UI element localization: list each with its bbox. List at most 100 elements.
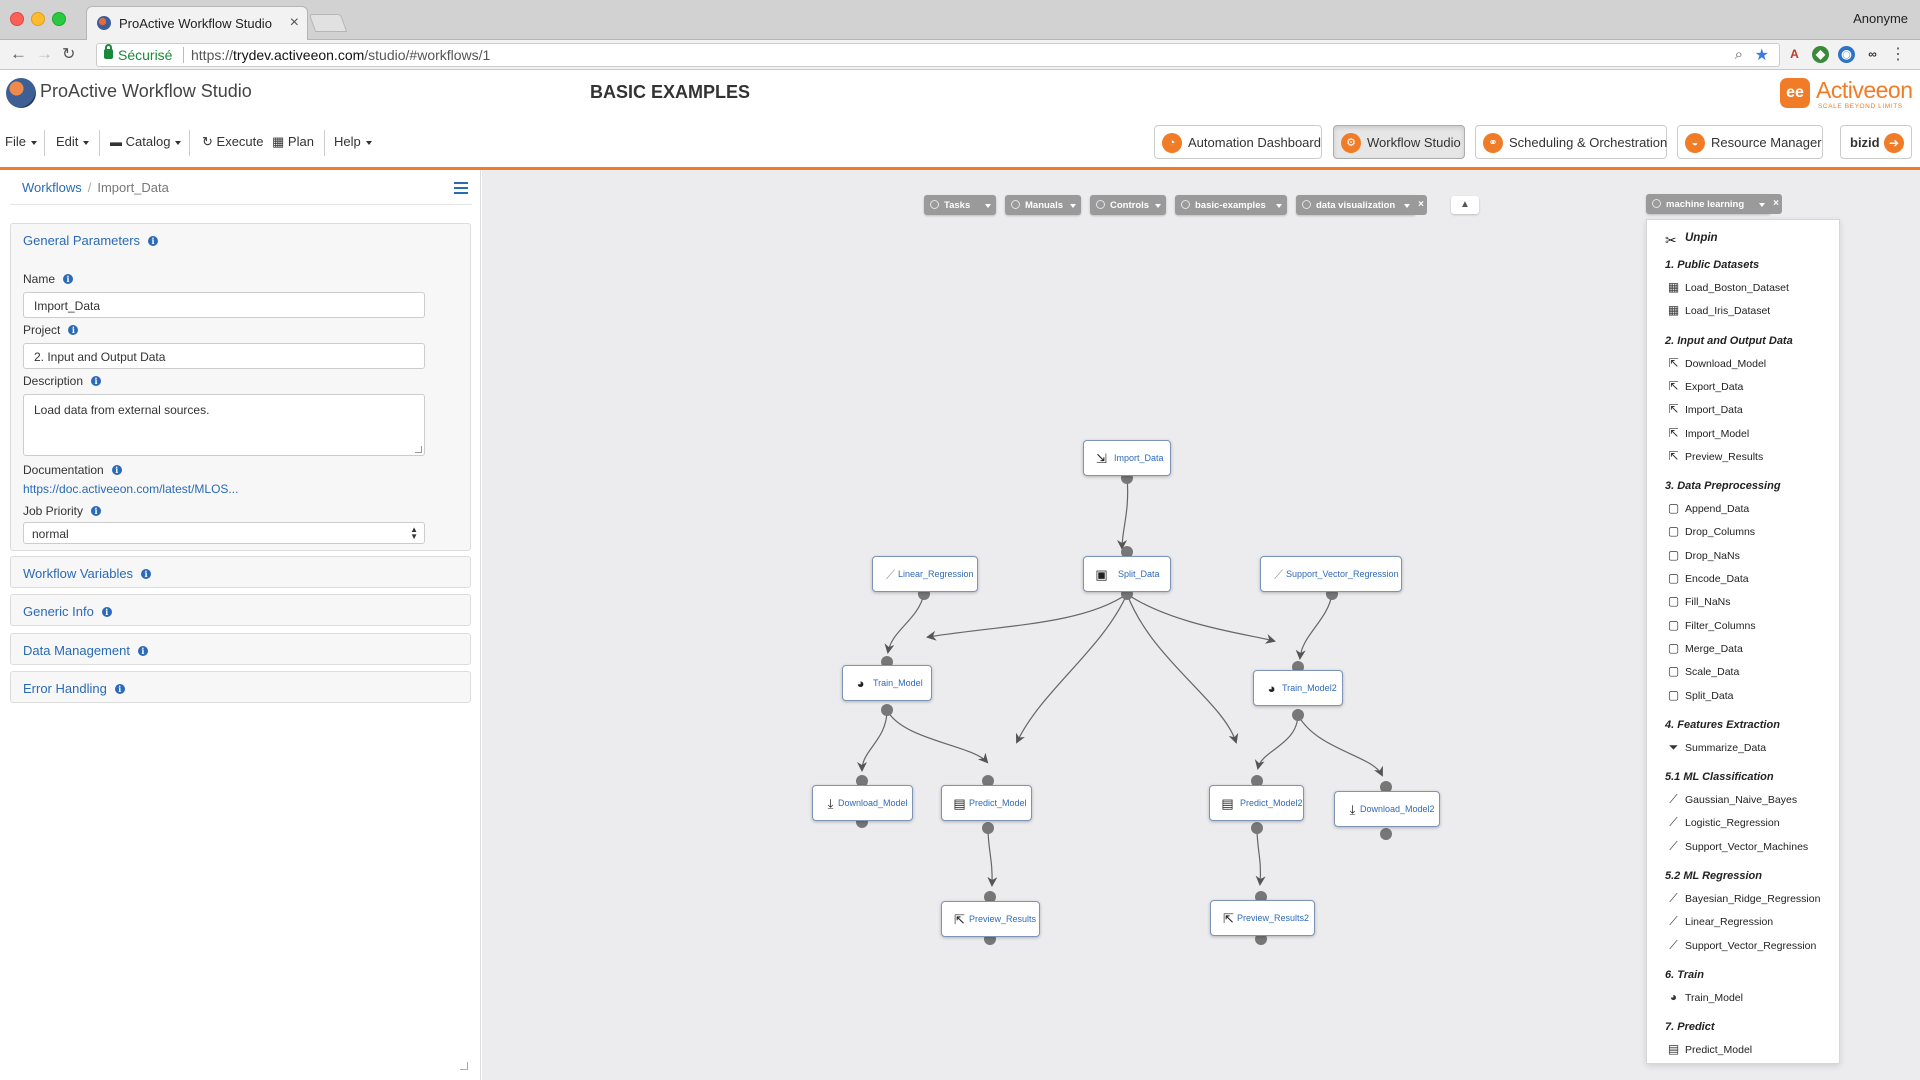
palette-item[interactable]: ▤ Predict_Model — [1665, 1042, 1752, 1056]
palette-item[interactable]: ▢ Filter_Columns — [1665, 618, 1756, 632]
general-parameters-title[interactable]: General Parameters i — [23, 233, 159, 248]
palette-item-label: Load_Iris_Dataset — [1685, 305, 1771, 318]
scheduling-orchestration-button[interactable]: ⚭ Scheduling & Orchestration — [1475, 125, 1667, 159]
user-menu-button[interactable]: bizid ➔ — [1840, 125, 1912, 159]
list-view-icon[interactable] — [454, 182, 468, 194]
task-template-icon: ▢ — [1667, 664, 1680, 679]
palette-section-title: 5.2 ML Regression — [1665, 870, 1762, 882]
palette-item[interactable]: ⟋ Logistic_Regression — [1665, 815, 1779, 830]
name-field[interactable]: Import_Data — [23, 292, 425, 318]
logout-icon[interactable]: ➔ — [1884, 133, 1904, 153]
scheduler-icon: ⚭ — [1483, 133, 1503, 153]
workflow-studio-button[interactable]: ⚙ Workflow Studio — [1333, 125, 1465, 159]
globe-extension-icon[interactable]: ◉ — [1838, 46, 1855, 63]
palette-item[interactable]: ⟋ Support_Vector_Machines — [1665, 839, 1808, 854]
menu-edit[interactable]: Edit — [56, 134, 90, 149]
task-support-vector-regression[interactable]: ⟋ Support_Vector_Regression — [1260, 556, 1402, 592]
workflow-canvas[interactable]: Tasks Manuals Controls basic-examples da… — [482, 170, 1920, 1080]
task-linear-regression[interactable]: ⟋ Linear_Regression — [872, 556, 978, 592]
unpin-button[interactable]: Unpin — [1685, 232, 1718, 244]
window-minimize-button[interactable] — [31, 12, 45, 26]
breadcrumb-workflows[interactable]: Workflows — [22, 180, 82, 195]
profile-name[interactable]: Anonyme — [1853, 11, 1908, 26]
palette-item-label: Encode_Data — [1685, 573, 1749, 585]
palette-item[interactable]: ▢ Drop_NaNs — [1665, 548, 1740, 562]
palette-item[interactable]: ⟋ Gaussian_Naive_Bayes — [1665, 792, 1797, 807]
predict-icon: ▤ — [953, 796, 966, 811]
download-icon: ⤓ — [827, 796, 834, 811]
data-management-panel[interactable]: Data Management i — [10, 633, 471, 665]
window-maximize-button[interactable] — [52, 12, 66, 26]
menu-file[interactable]: File — [5, 134, 37, 149]
palette-item[interactable]: ⟋ Bayesian_Ridge_Regression — [1665, 891, 1820, 906]
palette-item[interactable]: ▢ Drop_Columns — [1665, 524, 1755, 538]
task-template-icon: ⏷ — [1668, 739, 1679, 754]
browser-tab-bar: ProActive Workflow Studio × Anonyme — [0, 0, 1920, 40]
workflow-variables-panel[interactable]: Workflow Variables i — [10, 556, 471, 588]
palette-item[interactable]: ⇱ Import_Data — [1665, 402, 1742, 416]
palette-item[interactable]: ⟋ Linear_Regression — [1665, 914, 1773, 929]
palette-item[interactable]: ▢ Encode_Data — [1665, 571, 1749, 585]
address-bar[interactable]: Sécurisé https://trydev.activeeon.com/st… — [96, 43, 1780, 67]
puzzle-extension-icon[interactable]: ◆ — [1812, 46, 1829, 63]
job-priority-select[interactable]: normal ▲ ▼ — [23, 522, 425, 544]
back-icon[interactable]: ← — [10, 44, 27, 64]
task-train-model2[interactable]: ◕ Train_Model2 — [1253, 670, 1343, 706]
palette-item[interactable]: ▢ Append_Data — [1665, 501, 1749, 515]
palette-item[interactable]: ▦ Load_Iris_Dataset — [1665, 303, 1770, 317]
panel-resize-handle[interactable] — [460, 1062, 468, 1070]
palette-item[interactable]: ▢ Split_Data — [1665, 688, 1734, 702]
activeeon-logo: ee Activeeon SCALE BEYOND LIMITS — [1780, 77, 1913, 112]
palette-item-label: Append_Data — [1685, 503, 1750, 516]
description-field[interactable]: Load data from external sources. — [23, 394, 425, 456]
task-predict-model2[interactable]: ▤ Predict_Model2 — [1209, 785, 1304, 821]
menu-plan[interactable]: ▦ Plan — [272, 134, 314, 150]
palette-item[interactable]: ▢ Merge_Data — [1665, 641, 1743, 655]
incognito-extension-icon[interactable]: ∞ — [1864, 46, 1881, 63]
task-train-model[interactable]: ◕ Train_Model — [842, 665, 932, 701]
browser-tab[interactable]: ProActive Workflow Studio × — [86, 6, 308, 40]
machine-learning-dropdown[interactable]: machine learning — [1646, 194, 1770, 214]
palette-item[interactable]: ▦ Load_Boston_Dataset — [1665, 280, 1789, 294]
window-close-button[interactable] — [10, 12, 24, 26]
task-split-data[interactable]: ▣ Split_Data — [1083, 556, 1171, 592]
browser-menu-icon[interactable]: ⋮ — [1890, 44, 1906, 64]
palette-item[interactable]: ⟋ Support_Vector_Regression — [1665, 938, 1816, 953]
search-icon[interactable]: ⌕ — [1735, 46, 1743, 63]
bookmark-star-icon[interactable]: ★ — [1755, 45, 1769, 65]
resize-handle[interactable] — [415, 446, 422, 453]
generic-info-panel[interactable]: Generic Info i — [10, 594, 471, 626]
menu-help[interactable]: Help — [334, 134, 372, 149]
palette-item[interactable]: ▢ Scale_Data — [1665, 664, 1739, 678]
forward-icon[interactable]: → — [36, 44, 53, 64]
machine-learning-close-icon[interactable]: × — [1770, 194, 1782, 214]
new-tab-button[interactable] — [308, 14, 348, 32]
palette-item[interactable]: ⏷ Summarize_Data — [1665, 740, 1766, 755]
task-preview-results2[interactable]: ⇱ Preview_Results2 — [1210, 900, 1315, 936]
tab-close-icon[interactable]: × — [290, 14, 299, 32]
task-predict-model[interactable]: ▤ Predict_Model — [941, 785, 1032, 821]
palette-item[interactable]: ⇱ Preview_Results — [1665, 449, 1763, 463]
error-handling-panel[interactable]: Error Handling i — [10, 671, 471, 703]
task-import-data[interactable]: ⇲ Import_Data — [1083, 440, 1171, 476]
automation-dashboard-button[interactable]: ◔ Automation Dashboard — [1154, 125, 1322, 159]
task-template-icon: ⇱ — [1668, 425, 1679, 440]
task-preview-results[interactable]: ⇱ Preview_Results — [941, 901, 1040, 937]
predict-icon: ▤ — [1221, 796, 1234, 811]
menu-execute[interactable]: ↻ Execute — [202, 134, 264, 150]
palette-item[interactable]: ▢ Fill_NaNs — [1665, 594, 1731, 608]
acrobat-extension-icon[interactable]: A — [1786, 46, 1803, 63]
resource-manager-button[interactable]: ◒ Resource Manager — [1677, 125, 1823, 159]
menu-catalog[interactable]: ▬ Catalog — [110, 134, 182, 149]
unpin-icon[interactable]: ✂ — [1665, 232, 1677, 249]
palette-item[interactable]: ⇱ Download_Model — [1665, 356, 1766, 370]
task-template-icon: ⟋ — [1669, 914, 1678, 929]
project-field[interactable]: 2. Input and Output Data — [23, 343, 425, 369]
palette-item[interactable]: ⇱ Export_Data — [1665, 379, 1743, 393]
task-download-model2[interactable]: ⤓ Download_Model2 — [1334, 791, 1440, 827]
task-download-model[interactable]: ⤓ Download_Model — [812, 785, 913, 821]
palette-item[interactable]: ◕ Train_Model — [1665, 990, 1743, 1004]
palette-item[interactable]: ⇱ Import_Model — [1665, 426, 1749, 440]
reload-icon[interactable]: ↻ — [62, 44, 75, 64]
documentation-link[interactable]: https://doc.activeeon.com/latest/MLOS... — [23, 482, 238, 496]
